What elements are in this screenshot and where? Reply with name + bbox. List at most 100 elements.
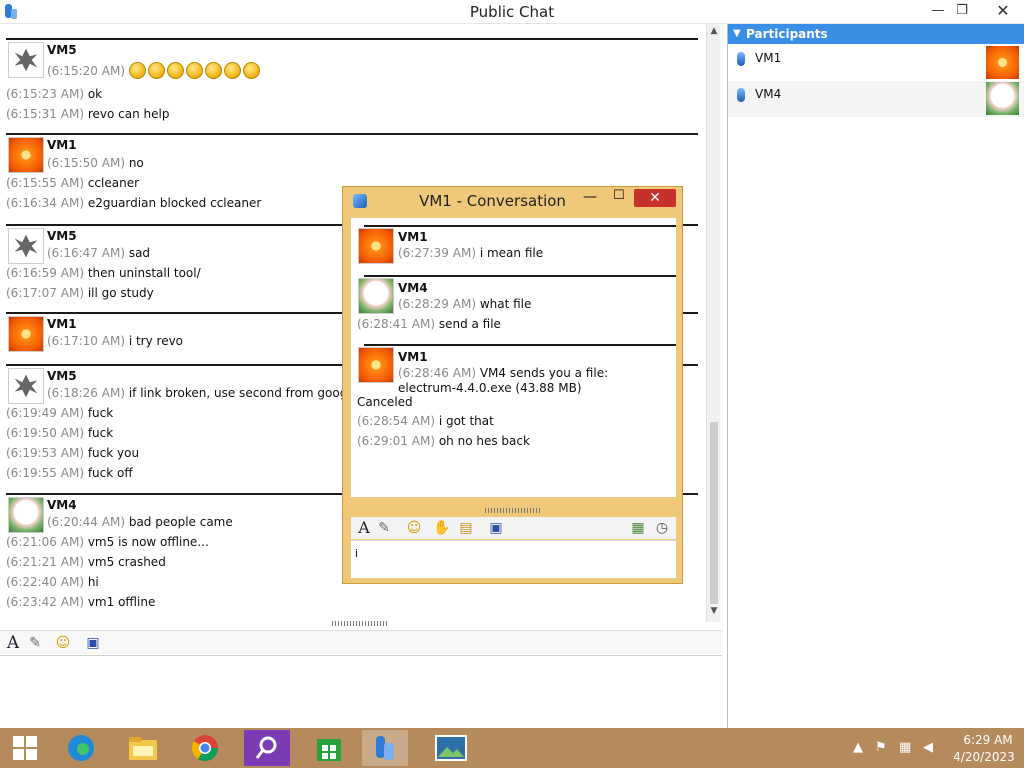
sender-name: VM5	[47, 369, 77, 383]
message-line: (6:21:21 AM) vm5 crashed	[6, 555, 166, 569]
scroll-up-icon[interactable]: ▲	[707, 26, 721, 40]
transfer-icon[interactable]: ▦	[629, 519, 647, 537]
network-icon[interactable]: ▦	[899, 740, 911, 755]
message-line: (6:19:55 AM) fuck off	[6, 466, 133, 480]
scroll-thumb[interactable]	[710, 422, 718, 604]
save-icon[interactable]: ▣	[84, 634, 102, 652]
avatar-vm1	[986, 46, 1019, 79]
user-icon	[737, 88, 745, 102]
title-bar[interactable]: Public Chat — ❐ ✕	[0, 0, 1024, 24]
message-separator	[6, 133, 698, 135]
avatar-vm4	[358, 278, 394, 314]
message-line: (6:28:41 AM) send a file	[357, 317, 501, 331]
input-text: i	[355, 547, 359, 560]
history-icon[interactable]: ◷	[653, 519, 671, 537]
message-line: (6:28:29 AM) what file	[398, 297, 532, 311]
chat-scrollbar[interactable]: ▲ ▼	[706, 24, 720, 622]
message-line: (6:29:01 AM) oh no hes back	[357, 434, 530, 448]
edge-icon[interactable]	[58, 730, 104, 766]
message-line: (6:28:54 AM) i got that	[357, 414, 494, 428]
message-separator	[364, 225, 676, 227]
emoji-icon	[185, 62, 203, 79]
participant-name: VM4	[755, 87, 782, 101]
sender-name: VM4	[398, 281, 428, 295]
sender-name: VM4	[47, 498, 77, 512]
conversation-history[interactable]: VM1 (6:27:39 AM) i mean file VM4 (6:28:2…	[351, 218, 676, 497]
conversation-title-bar[interactable]: VM1 - Conversation — ☐ ✕	[343, 187, 682, 214]
message-input[interactable]	[0, 655, 722, 727]
message-line: (6:16:47 AM) sad	[47, 246, 151, 260]
message-line: (6:15:20 AM)	[47, 62, 262, 79]
message-block: VM5 (6:15:20 AM) (6:15:23 AM) ok (6:15:3…	[6, 38, 698, 128]
participant-name: VM1	[755, 51, 782, 65]
collapse-triangle-icon[interactable]: ▼	[733, 24, 741, 44]
restore-button[interactable]: ❐	[948, 0, 976, 22]
participant-item-vm4[interactable]: VM4	[728, 81, 1024, 117]
message-line: (6:16:59 AM) then uninstall tool/	[6, 266, 201, 280]
message-line: (6:19:49 AM) fuck	[6, 406, 114, 420]
send-file-icon[interactable]: ▤	[457, 519, 475, 537]
message-line: (6:20:44 AM) bad people came	[47, 515, 233, 529]
clock-time[interactable]: 6:29 AM	[958, 733, 1018, 747]
message-separator	[364, 275, 676, 277]
message-line: (6:15:55 AM) ccleaner	[6, 176, 140, 190]
font-style-icon[interactable]: ✎	[26, 634, 44, 652]
message-line: (6:22:40 AM) hi	[6, 575, 99, 589]
file-explorer-icon[interactable]	[120, 730, 166, 766]
nudge-icon[interactable]: ✋	[433, 519, 451, 537]
user-icon	[737, 52, 745, 66]
font-icon[interactable]: A	[355, 519, 373, 537]
avatar-vm4	[986, 82, 1019, 115]
message-separator	[364, 344, 676, 346]
smiley-icon[interactable]: ☺	[405, 519, 423, 537]
volume-icon[interactable]: ◀	[923, 740, 933, 755]
clock-date[interactable]: 4/20/2023	[950, 750, 1018, 764]
save-icon[interactable]: ▣	[487, 519, 505, 537]
participant-item-vm1[interactable]: VM1	[728, 45, 1024, 81]
smiley-icon[interactable]: ☺	[54, 634, 72, 652]
sender-name: VM5	[47, 43, 77, 57]
message-line: (6:27:39 AM) i mean file	[398, 246, 544, 260]
store-icon[interactable]	[306, 730, 352, 766]
emoji-icon	[223, 62, 241, 79]
conversation-toolbar: A ✎ ☺ ✋ ▤ ▣ ▦ ◷	[351, 517, 676, 539]
emoji-icon	[166, 62, 184, 79]
message-line: (6:17:10 AM) i try revo	[47, 334, 184, 348]
font-style-icon[interactable]: ✎	[375, 519, 393, 537]
scroll-down-icon[interactable]: ▼	[707, 606, 721, 620]
conversation-splitter[interactable]	[485, 508, 540, 513]
message-line: (6:18:26 AM) if link broken, use second …	[47, 386, 359, 400]
message-line: (6:19:53 AM) fuck you	[6, 446, 140, 460]
message-line: (6:19:50 AM) fuck	[6, 426, 114, 440]
conversation-input[interactable]: i	[351, 540, 676, 578]
avatar-vm1	[8, 137, 44, 173]
font-icon[interactable]: A	[4, 634, 22, 652]
avatar-vm5	[8, 42, 44, 78]
avatar-vm1	[358, 347, 394, 383]
message-separator	[6, 38, 698, 40]
start-windows-icon[interactable]	[2, 730, 48, 766]
chat-app-icon[interactable]	[362, 730, 408, 766]
photo-viewer-icon[interactable]	[428, 730, 474, 766]
chevron-up-icon[interactable]: ▲	[853, 740, 863, 755]
avatar-vm1	[8, 316, 44, 352]
conversation-close-button[interactable]: ✕	[634, 189, 676, 207]
search-icon[interactable]	[244, 730, 290, 766]
conversation-minimize-button[interactable]: —	[583, 189, 597, 205]
sender-name: VM1	[398, 350, 428, 364]
message-line: (6:23:42 AM) vm1 offline	[6, 595, 156, 609]
file-transfer-name: electrum-4.4.0.exe (43.88 MB)	[398, 381, 582, 395]
emoji-icon	[242, 62, 260, 79]
sender-name: VM1	[47, 138, 77, 152]
flag-icon[interactable]: ⚑	[875, 740, 887, 755]
message-toolbar: A ✎ ☺ ▣	[0, 630, 722, 654]
message-line: (6:15:31 AM) revo can help	[6, 107, 170, 121]
pane-splitter[interactable]	[332, 621, 388, 626]
close-button[interactable]: ✕	[988, 0, 1018, 22]
avatar-vm1	[358, 228, 394, 264]
message-line: (6:17:07 AM) ill go study	[6, 286, 154, 300]
participants-header[interactable]: ▼ Participants	[728, 24, 1024, 44]
message-line: (6:28:46 AM) VM4 sends you a file:	[398, 366, 609, 380]
conversation-maximize-button[interactable]: ☐	[613, 188, 625, 203]
chrome-icon[interactable]	[182, 730, 228, 766]
